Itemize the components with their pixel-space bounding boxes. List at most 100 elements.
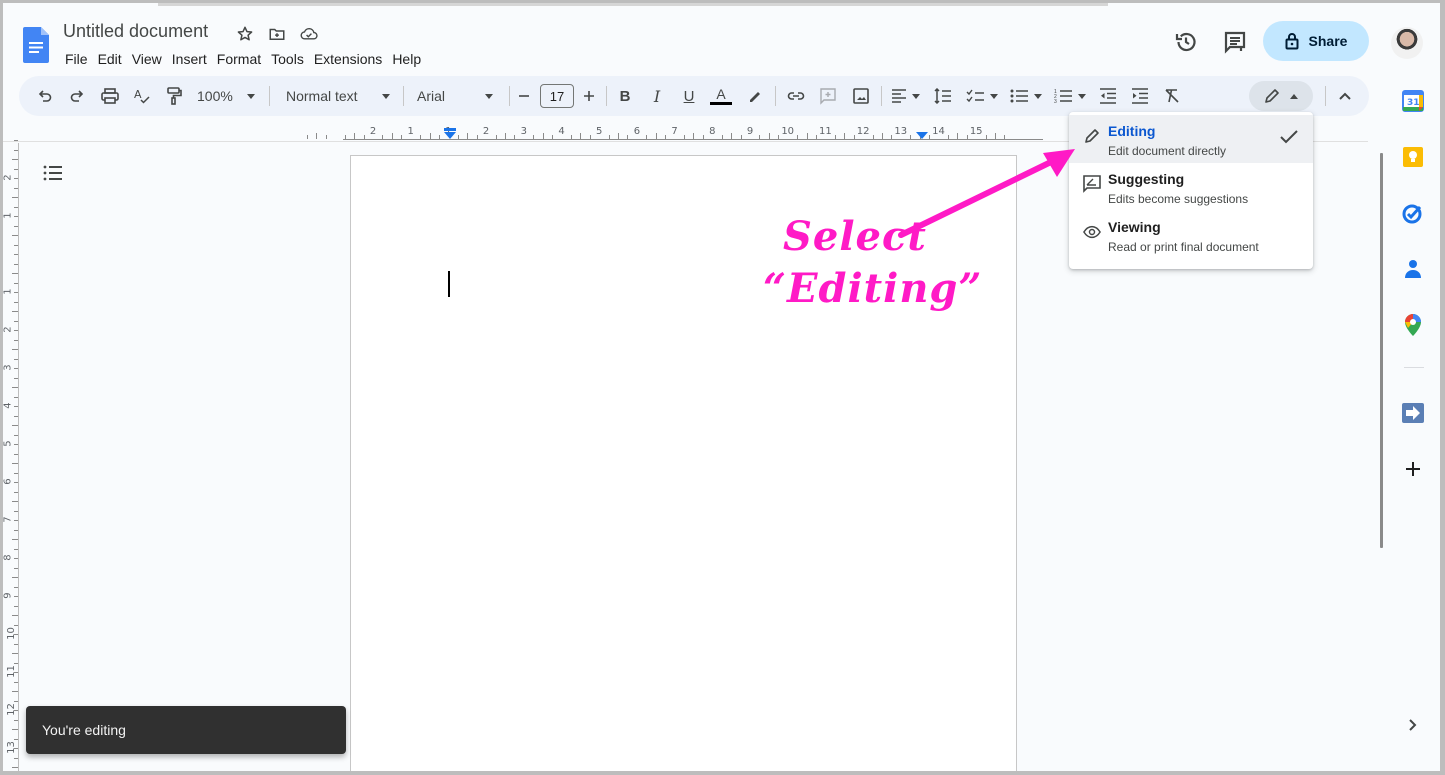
add-icon[interactable] — [1399, 455, 1427, 483]
ruler-tick — [552, 135, 554, 139]
version-history-icon[interactable] — [1173, 29, 1199, 55]
font-select[interactable]: Arial — [417, 82, 493, 110]
increase-indent-icon[interactable] — [1129, 82, 1151, 110]
ruler-tick — [12, 691, 18, 692]
maps-icon[interactable] — [1399, 311, 1427, 339]
ruler-tick — [344, 135, 346, 139]
menu-file[interactable]: File — [65, 49, 93, 69]
link-icon[interactable] — [785, 82, 807, 110]
line-spacing-icon[interactable] — [932, 82, 954, 110]
comments-icon[interactable] — [1222, 29, 1248, 55]
menu-insert[interactable]: Insert — [167, 49, 212, 69]
get-add-ons-icon[interactable] — [1399, 399, 1427, 427]
contacts-icon[interactable] — [1399, 255, 1427, 283]
paragraph-style-select[interactable]: Normal text — [286, 82, 390, 110]
clear-formatting-icon[interactable] — [1161, 82, 1183, 110]
numbered-list-select[interactable]: 123 — [1052, 82, 1088, 110]
menu-format[interactable]: Format — [212, 49, 266, 69]
insert-image-icon[interactable] — [850, 82, 872, 110]
document-title[interactable]: Untitled document — [63, 21, 208, 42]
ruler-tick — [14, 472, 18, 474]
keep-icon[interactable] — [1399, 143, 1427, 171]
checklist-select[interactable] — [964, 82, 1000, 110]
right-indent-marker[interactable] — [916, 132, 928, 139]
spellcheck-icon[interactable]: A — [132, 82, 152, 110]
ruler-tick — [14, 168, 18, 170]
vertical-ruler[interactable]: 2 1 1 2 3 4 5 6 7 8 9 10 11 12 13 — [3, 140, 19, 771]
hide-menus-chevron-icon[interactable] — [1335, 82, 1355, 110]
ruler-label: 9 — [746, 126, 754, 137]
print-icon[interactable] — [99, 82, 121, 110]
calendar-icon[interactable]: 31 — [1399, 87, 1427, 115]
ruler-tick — [14, 605, 18, 607]
horizontal-ruler[interactable]: 2 1 1 2 3 4 5 6 7 8 9 10 11 12 13 14 15 — [307, 123, 1043, 141]
bulleted-list-select[interactable] — [1008, 82, 1044, 110]
document-page[interactable] — [350, 155, 1017, 771]
ruler-tick — [665, 135, 667, 139]
eye-icon — [1083, 223, 1101, 241]
show-side-panel-chevron-icon[interactable] — [1408, 718, 1418, 737]
ruler-label: 12 — [856, 126, 870, 137]
underline-button[interactable]: U — [679, 82, 699, 110]
ruler-tick — [14, 482, 18, 483]
ruler-tick — [14, 434, 18, 436]
checklist-icon — [966, 89, 984, 103]
star-icon[interactable] — [236, 25, 254, 43]
ruler-tick — [12, 311, 18, 312]
menu-item-editing[interactable]: Editing Edit document directly — [1069, 115, 1313, 163]
menu-item-suggesting[interactable]: Suggesting Edits become suggestions — [1069, 163, 1313, 211]
ruler-tick — [12, 729, 18, 730]
share-button[interactable]: Share — [1263, 21, 1369, 61]
ruler-tick — [14, 558, 18, 559]
menu-item-description: Edits become suggestions — [1108, 192, 1249, 206]
align-select[interactable] — [889, 82, 923, 110]
ruler-label: 2 — [482, 126, 490, 137]
increase-font-size-button[interactable] — [580, 82, 598, 110]
divider — [775, 86, 776, 106]
ruler-tick — [14, 643, 18, 645]
font-value: Arial — [417, 88, 446, 104]
editing-mode-button[interactable] — [1249, 81, 1313, 111]
decrease-indent-icon[interactable] — [1097, 82, 1119, 110]
ruler-label: 2 — [3, 174, 14, 181]
first-line-indent-marker[interactable] — [444, 132, 456, 139]
ruler-tick — [14, 263, 18, 265]
ruler-tick — [957, 133, 959, 139]
bold-button[interactable]: B — [615, 82, 635, 110]
ruler-tick — [778, 135, 780, 139]
menu-help[interactable]: Help — [387, 49, 426, 69]
zoom-select[interactable]: 100% — [197, 82, 257, 110]
highlight-icon[interactable] — [745, 82, 765, 110]
vertical-scrollbar[interactable] — [1380, 153, 1383, 548]
menu-bar: File Edit View Insert Format Tools Exten… — [65, 49, 426, 69]
redo-icon[interactable] — [67, 82, 87, 110]
ruler-label: 13 — [5, 741, 17, 754]
bulleted-list-icon — [1010, 89, 1028, 103]
ruler-label: 5 — [3, 440, 14, 447]
menu-edit[interactable]: Edit — [93, 49, 127, 69]
move-to-folder-icon[interactable] — [268, 25, 286, 43]
ruler-tick — [684, 135, 686, 139]
ruler-tick — [12, 767, 18, 768]
paint-format-icon[interactable] — [164, 82, 184, 110]
left-indent-marker[interactable] — [444, 128, 456, 131]
document-outline-icon[interactable] — [43, 165, 63, 186]
decrease-font-size-button[interactable] — [515, 82, 533, 110]
italic-button[interactable]: I — [647, 82, 667, 110]
menu-view[interactable]: View — [127, 49, 167, 69]
tasks-icon[interactable] — [1399, 199, 1427, 227]
ruler-tick — [646, 135, 648, 139]
account-avatar[interactable] — [1391, 27, 1423, 59]
ruler-tick — [721, 135, 723, 139]
menu-tools[interactable]: Tools — [266, 49, 309, 69]
docs-logo-icon[interactable] — [23, 27, 49, 63]
ruler-tick — [815, 135, 817, 139]
menu-extensions[interactable]: Extensions — [309, 49, 387, 69]
text-color-button[interactable]: A — [709, 82, 733, 110]
cloud-saved-icon[interactable] — [300, 25, 318, 43]
font-size-input[interactable]: 17 — [540, 84, 574, 108]
ruler-label: 7 — [671, 126, 678, 137]
add-comment-icon[interactable] — [817, 82, 839, 110]
undo-icon[interactable] — [35, 82, 55, 110]
menu-item-viewing[interactable]: Viewing Read or print final document — [1069, 211, 1313, 259]
